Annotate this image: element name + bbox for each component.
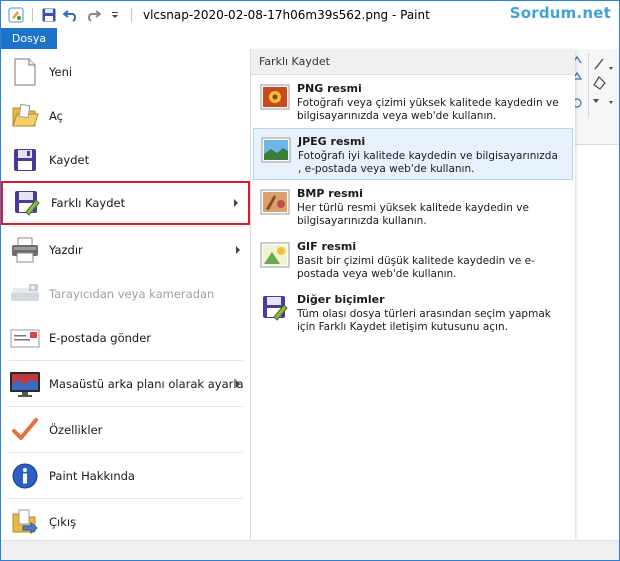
submenu-item-description: bilgisayarınızda veya web'de kullanın. — [297, 110, 497, 122]
submenu-item-title: GIF resmi — [297, 240, 357, 253]
menu-item-set-desktop-background[interactable]: Masaüstü arka planı olarak ayarla — [1, 361, 250, 407]
menu-item-save[interactable]: Kaydet — [1, 137, 250, 183]
save-as-submenu: Farklı Kaydet PNG resmi Fotoğrafı veya ç… — [251, 49, 575, 540]
submenu-arrow-icon — [236, 380, 240, 388]
menu-item-about-paint[interactable]: Paint Hakkında — [1, 453, 250, 499]
submenu-item-title: BMP resmi — [297, 187, 363, 200]
submenu-item-other-formats[interactable]: Diğer biçimler Tüm olası dosya türleri a… — [253, 287, 573, 339]
save-icon[interactable] — [40, 6, 58, 24]
menu-item-properties[interactable]: Özellikler — [1, 407, 250, 453]
info-icon — [1, 462, 49, 490]
watermark-text: Sordum.net — [509, 4, 611, 22]
qat-separator — [131, 7, 132, 22]
submenu-arrow-icon — [236, 246, 240, 254]
desktop-background-icon — [1, 370, 49, 398]
menu-item-label: Kaydet — [49, 153, 90, 167]
menu-item-label: Özellikler — [49, 423, 103, 437]
submenu-item-description: postada veya web'de kullanın. — [297, 268, 457, 280]
png-image-icon — [253, 76, 297, 128]
window-title: vlcsnap-2020-02-08-17h06m39s562.png - Pa… — [143, 7, 430, 22]
qat-separator — [32, 7, 33, 22]
menu-item-label: Yazdır — [49, 243, 83, 257]
menu-item-open[interactable]: Aç — [1, 93, 250, 139]
paint-app-icon[interactable] — [7, 6, 25, 24]
menu-item-from-scanner: Tarayıcıdan veya kameradan — [1, 271, 250, 317]
menu-item-save-as[interactable]: Farklı Kaydet — [1, 181, 250, 225]
submenu-item-description: Tüm olası dosya türleri arasından seçim … — [297, 308, 551, 320]
menu-item-print[interactable]: Yazdır — [1, 227, 250, 273]
bmp-image-icon — [253, 181, 297, 233]
ribbon-tab-strip: Dosya — [1, 28, 619, 49]
printer-icon — [1, 237, 49, 263]
menu-item-label: Aç — [49, 109, 63, 123]
menu-item-label: Paint Hakkında — [49, 469, 135, 483]
menu-item-label: E-postada gönder — [49, 331, 152, 345]
save-as-icon — [3, 190, 51, 216]
quick-access-toolbar — [7, 6, 135, 24]
submenu-arrow-icon — [234, 199, 238, 207]
file-tab[interactable]: Dosya — [1, 28, 57, 49]
submenu-item-title: JPEG resmi — [298, 135, 366, 148]
submenu-header: Farklı Kaydet — [251, 49, 575, 75]
gif-image-icon — [253, 234, 297, 286]
file-menu: Yeni Aç Kaydet Farklı Kaydet Yazdır Tara… — [1, 49, 251, 540]
scanner-icon — [1, 282, 49, 306]
save-icon — [1, 148, 49, 172]
paint-window: vlcsnap-2020-02-08-17h06m39s562.png - Pa… — [0, 0, 620, 561]
new-document-icon — [1, 58, 49, 86]
submenu-item-png[interactable]: PNG resmi Fotoğrafı veya çizimi yüksek k… — [253, 76, 573, 128]
menu-item-label: Yeni — [49, 65, 73, 79]
menu-item-label: Çıkış — [49, 515, 77, 529]
submenu-item-title: PNG resmi — [297, 82, 362, 95]
submenu-item-bmp[interactable]: BMP resmi Her türlü resmi yüksek kalited… — [253, 181, 573, 233]
menu-item-send-email[interactable]: E-postada gönder — [1, 315, 250, 361]
menu-item-new[interactable]: Yeni — [1, 49, 250, 95]
submenu-item-description: , e-postada veya web'de kullanın. — [298, 163, 475, 175]
other-formats-icon — [253, 287, 297, 339]
customize-qat-chevron-down-icon[interactable] — [106, 6, 124, 24]
submenu-item-description: bilgisayarınızda kullanın. — [297, 215, 427, 227]
submenu-item-description: Fotoğrafı veya çizimi yüksek kalitede ka… — [297, 97, 559, 109]
submenu-item-gif[interactable]: GIF resmi Basit bir çizimi düşük kalited… — [253, 234, 573, 286]
submenu-item-title: Diğer biçimler — [297, 293, 385, 306]
checkmark-icon — [1, 417, 49, 443]
menu-item-label: Tarayıcıdan veya kameradan — [49, 287, 215, 301]
submenu-item-description: için Farklı Kaydet iletişim kutusunu açı… — [297, 321, 508, 333]
submenu-item-jpeg[interactable]: JPEG resmi Fotoğrafı iyi kalitede kayded… — [253, 128, 573, 180]
exit-icon — [1, 508, 49, 536]
menu-item-label: Masaüstü arka planı olarak ayarla — [49, 377, 244, 391]
submenu-item-description: Her türlü resmi yüksek kalitede kaydedin… — [297, 202, 529, 214]
status-bar — [1, 540, 619, 560]
open-folder-icon — [1, 102, 49, 130]
menu-item-label: Farklı Kaydet — [51, 196, 126, 210]
submenu-item-description: Basit bir çizimi düşük kalitede kaydedin… — [297, 255, 535, 267]
jpeg-image-icon — [254, 129, 298, 179]
redo-icon[interactable] — [84, 6, 102, 24]
undo-icon[interactable] — [62, 6, 80, 24]
submenu-item-description: Fotoğrafı iyi kalitede kaydedin ve bilgi… — [298, 150, 558, 162]
title-bar: vlcsnap-2020-02-08-17h06m39s562.png - Pa… — [1, 1, 619, 28]
email-icon — [1, 327, 49, 349]
menu-item-exit[interactable]: Çıkış — [1, 499, 250, 545]
